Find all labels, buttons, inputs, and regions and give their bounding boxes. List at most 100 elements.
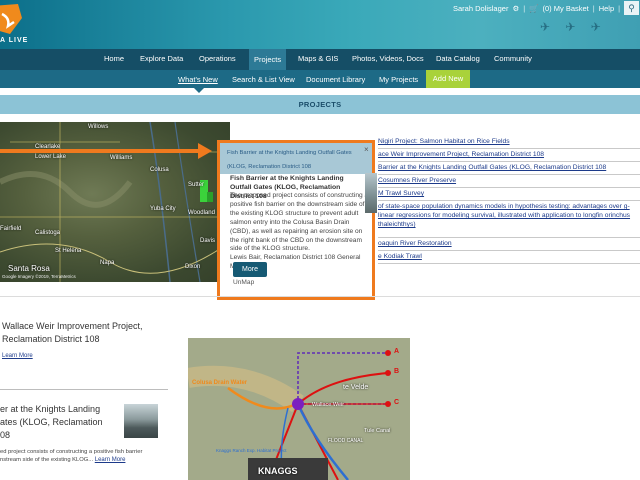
learn-more-link[interactable]: Learn More [2,353,33,359]
nav-home[interactable]: Home [104,54,124,63]
project-map[interactable]: Willows Clearlake Lower Lake Williams Co… [0,122,230,282]
main-nav: Home Explore Data Operations Projects Ma… [0,49,640,70]
diagram-label: A [394,348,400,355]
user-name[interactable]: Sarah Dolislager [453,4,508,13]
basket-icon[interactable]: 🛒 [529,4,538,13]
diagram-label: Colusa Drain Water [192,380,248,386]
diagram-label: C [394,399,400,406]
card-body-line: ed project consists of constructing a po… [0,449,143,455]
popup-title-line1[interactable]: Fish Barrier at the Knights Landing Outf… [227,150,352,156]
help-link[interactable]: Help [599,4,614,13]
card-title[interactable]: Wallace Weir Improvement Project, Reclam… [2,320,143,346]
map-label: Dixon [185,264,201,270]
logo-icon[interactable] [0,4,28,38]
nav-projects[interactable]: Projects [249,49,287,70]
logo-text: A LIVE [0,37,29,44]
list-item[interactable]: of state-space population dynamics model… [378,201,640,238]
project-list: Nigiri Project: Salmon Habitat on Rice F… [378,136,640,264]
projects-bar: PROJECTS [0,95,640,114]
site-a-marker [385,350,391,356]
active-pointer [194,88,204,93]
separator: | [618,3,621,13]
diagram-label: KNAGGS [258,466,298,476]
subnav-search-list[interactable]: Search & List View [232,75,295,84]
map-label: Yuba City [150,206,176,212]
card-title-line[interactable]: Reclamation District 108 [2,334,100,344]
diagram-label: B [394,368,400,375]
popup-body: The proposed project consists of constru… [230,192,370,272]
close-icon[interactable]: × [364,145,369,154]
diagram-label: FLOOD CANAL [328,438,364,444]
site-c-marker [385,401,391,407]
list-item[interactable]: Nigiri Project: Salmon Habitat on Rice F… [378,136,640,149]
diagram-svg [188,338,410,480]
map-marker [207,192,213,202]
card-title-line[interactable]: ates (KLOG, Reclamation [0,417,103,427]
list-item[interactable]: ace Weir Improvement Project, Reclamatio… [378,149,640,162]
map-label: Fairfield [0,226,22,232]
search-icon[interactable]: ⚲ [624,1,640,15]
weir-marker [292,398,304,410]
popup-description: The proposed project consists of constru… [230,192,369,253]
subnav-whats-new[interactable]: What's New [178,75,218,84]
nav-photos-videos-docs[interactable]: Photos, Videos, Docs [352,54,424,63]
card-title-line[interactable]: 08 [0,430,10,440]
diagram-label: te Velde [343,384,369,391]
card-title-line[interactable]: Wallace Weir Improvement Project, [2,321,143,331]
subnav-my-projects[interactable]: My Projects [379,75,418,84]
sub-nav: What's New Search & List View Document L… [0,70,640,88]
add-new-button[interactable]: Add New [426,70,470,88]
nav-data-catalog[interactable]: Data Catalog [436,54,480,63]
project-diagram: Colusa Drain Water Wallace Weir te Velde… [188,338,410,480]
nav-operations[interactable]: Operations [199,54,236,63]
popup-title-line2[interactable]: (KLOG, Reclamation District 108 [227,164,311,170]
utility-bar: Sarah Dolislager ⚙ | 🛒 (0) My Basket | H… [453,1,640,15]
gear-icon[interactable]: ⚙ [512,4,519,13]
more-button[interactable]: More [233,262,267,277]
diagram-label: Tule Canal [364,428,391,434]
card-title-line[interactable]: er at the Knights Landing [0,404,100,414]
list-item[interactable]: Cosumnes River Preserve [378,175,640,188]
unmap-link[interactable]: UnMap [233,279,254,286]
popup-title[interactable]: Fish Barrier at the Knights Landing Outf… [227,146,367,174]
list-item[interactable]: oaquin River Restoration [378,238,640,251]
highlight-arrow [0,149,200,153]
list-item[interactable]: Barrier at the Knights Landing Outfall G… [378,162,640,175]
section-divider [0,296,640,297]
highlight-arrow-head [198,143,212,159]
diagram-label: Wallace Weir [312,402,345,408]
subnav-document-library[interactable]: Document Library [306,75,365,84]
map-label: St Helena [55,248,82,254]
card-title[interactable]: er at the Knights Landing ates (KLOG, Re… [0,403,103,442]
map-label: Santa Rosa [8,264,50,273]
map-label: Sutter [188,182,205,188]
card-divider [0,389,168,390]
basket-link[interactable]: (0) My Basket [542,4,588,13]
map-label: Lower Lake [35,154,67,160]
site-b-marker [385,370,391,376]
separator: | [523,3,526,13]
learn-more-link[interactable]: Learn More [95,457,126,463]
separator: | [592,3,595,13]
map-credit: Google Imagery ©2019, TerraMetrics [2,274,76,279]
site-header: A LIVE ✈ ✈ ✈ Sarah Dolislager ⚙ | 🛒 (0) … [0,0,640,49]
card-body: ed project consists of constructing a po… [0,448,180,464]
map-label: Colusa [150,167,169,173]
list-item[interactable]: M Trawl Survey [378,188,640,201]
map-label: Willows [88,124,109,130]
map-label: Williams [110,155,133,161]
diagram-label: Knaggs Ranch Exp. Habitat Project [216,448,287,453]
nav-explore-data[interactable]: Explore Data [140,54,183,63]
map-label: Calistoga [35,230,61,236]
map-label: Woodland [188,210,215,216]
card-body-line: nstream side of the existing KLOG... [0,457,94,463]
map-label: Napa [100,260,115,266]
popup-thumbnail [365,173,377,213]
card-thumbnail[interactable] [124,404,158,438]
popup-header: Fish Barrier at the Knights Landing Outf… [220,143,372,174]
nav-maps-gis[interactable]: Maps & GIS [298,54,338,63]
birds-decoration: ✈ ✈ ✈ [540,20,607,34]
map-label: Davis [200,238,216,244]
nav-community[interactable]: Community [494,54,532,63]
list-item[interactable]: e Kodiak Trawl [378,251,640,264]
